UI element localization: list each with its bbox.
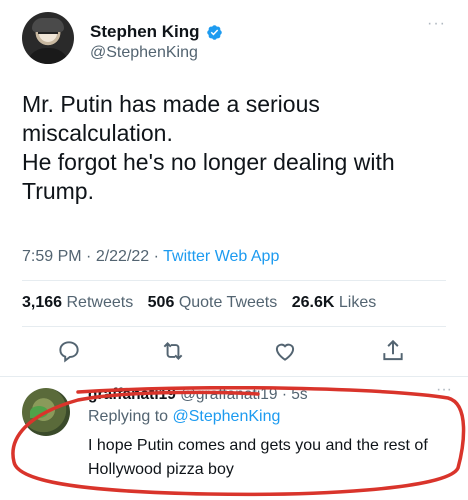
tweet-meta: 7:59 PM · 2/22/22 · Twitter Web App <box>22 248 279 266</box>
reply-tweet[interactable]: graffanati19 @graffanati19 · 5s ··· Repl… <box>0 382 468 500</box>
tweet-date[interactable]: 2/22/22 <box>96 248 149 265</box>
replying-label: Replying to <box>88 408 169 425</box>
reply-text: I hope Putin comes and gets you and the … <box>88 437 428 478</box>
tweet-text-line: miscalculation. <box>22 120 173 146</box>
retweets-label[interactable]: Retweets <box>67 294 134 311</box>
reply-icon[interactable] <box>56 338 82 364</box>
replying-to: Replying to @StephenKing <box>88 408 280 426</box>
divider <box>22 326 446 327</box>
author-name-row: Stephen King <box>90 22 223 42</box>
tweet-stats: 3,166 Retweets 506 Quote Tweets 26.6K Li… <box>22 294 376 312</box>
verified-badge-icon <box>206 24 222 40</box>
tweet-text-line: He forgot he's no longer dealing with <box>22 149 395 175</box>
tweet-header: Stephen King @StephenKing ··· <box>22 8 452 72</box>
divider <box>0 376 468 377</box>
quotes-label[interactable]: Quote Tweets <box>179 294 277 311</box>
author-display-name[interactable]: Stephen King <box>90 22 200 42</box>
replying-mention[interactable]: @StephenKing <box>173 408 281 425</box>
reply-avatar[interactable] <box>22 388 70 436</box>
tweet-time[interactable]: 7:59 PM <box>22 248 82 265</box>
retweet-icon[interactable] <box>160 338 186 364</box>
tweet-text-line: Trump. <box>22 178 94 204</box>
tweet-text: Mr. Putin has made a serious miscalculat… <box>22 90 442 206</box>
likes-count[interactable]: 26.6K <box>292 294 335 311</box>
tweet-actions <box>22 336 446 366</box>
likes-label[interactable]: Likes <box>339 294 376 311</box>
reply-time[interactable]: · 5s <box>282 386 308 403</box>
more-options-icon[interactable]: ··· <box>436 382 452 398</box>
more-options-icon[interactable]: ··· <box>427 16 446 32</box>
avatar-glasses <box>38 32 58 37</box>
author-handle[interactable]: @StephenKing <box>90 44 198 62</box>
meta-separator: · <box>149 248 164 265</box>
tweet-text-line: Mr. Putin has made a serious <box>22 91 320 117</box>
avatar-shirt <box>26 48 70 64</box>
share-icon[interactable] <box>380 338 406 364</box>
reply-header: graffanati19 @graffanati19 · 5s <box>88 386 308 404</box>
meta-separator: · <box>81 248 96 265</box>
reply-handle[interactable]: @graffanati19 <box>180 386 277 403</box>
tweet-source-app[interactable]: Twitter Web App <box>163 248 279 265</box>
avatar-hair <box>32 18 64 32</box>
like-icon[interactable] <box>272 338 298 364</box>
reply-display-name[interactable]: graffanati19 <box>88 386 176 403</box>
divider <box>22 280 446 281</box>
avatar[interactable] <box>22 12 74 64</box>
avatar-figure <box>30 406 48 418</box>
retweets-count[interactable]: 3,166 <box>22 294 62 311</box>
quotes-count[interactable]: 506 <box>148 294 175 311</box>
